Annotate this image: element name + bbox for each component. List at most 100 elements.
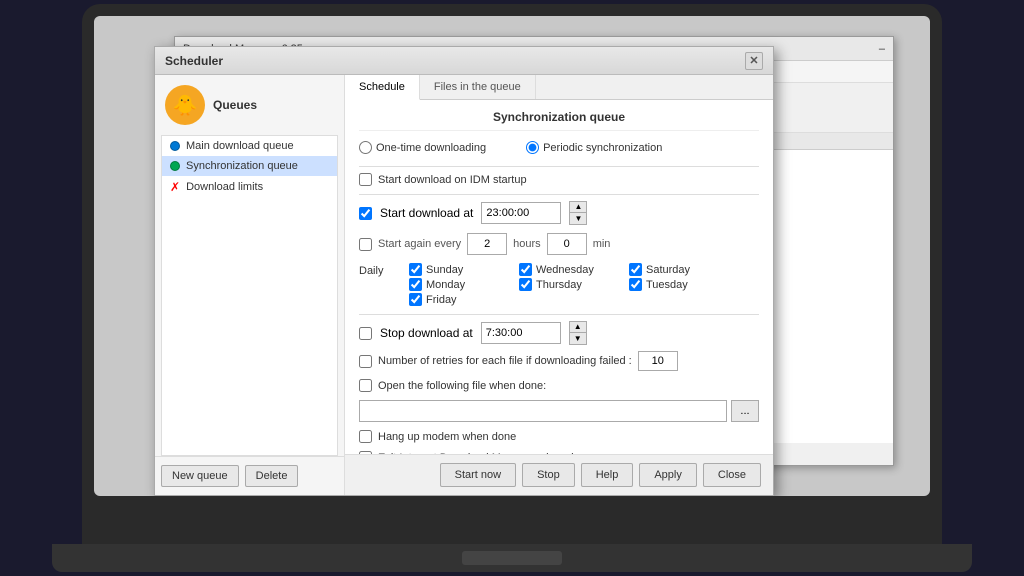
day-sunday-label: Sunday — [426, 264, 463, 276]
start-download-row: Start download at ▲ ▼ — [359, 201, 759, 225]
day-thursday[interactable]: Thursday — [519, 278, 629, 291]
delete-button[interactable]: Delete — [245, 465, 299, 487]
day-wednesday-label: Wednesday — [536, 264, 594, 276]
stop-download-checkbox[interactable] — [359, 327, 372, 340]
tab-schedule[interactable]: Schedule — [345, 75, 420, 100]
queue-dot-blue — [170, 141, 180, 151]
scheduler-title: Scheduler — [165, 54, 745, 68]
retries-input[interactable] — [638, 351, 678, 371]
start-download-label: Start download at — [380, 206, 473, 220]
day-sunday[interactable]: Sunday — [409, 263, 519, 276]
download-type-row: One-time downloading Periodic synchroniz… — [359, 141, 759, 154]
hang-up-label: Hang up modem when done — [378, 431, 516, 443]
main-minimize-icon[interactable]: – — [879, 43, 885, 55]
min-input[interactable] — [547, 233, 587, 255]
divider-1 — [359, 166, 759, 167]
right-content: Synchronization queue One-time downloadi… — [345, 100, 773, 454]
start-time-up[interactable]: ▲ — [570, 202, 586, 213]
new-queue-button[interactable]: New queue — [161, 465, 239, 487]
queue-dot-green — [170, 161, 180, 171]
laptop-screen: Download Manager 6.35 – Downloads View R… — [94, 16, 930, 496]
hang-up-row: Hang up modem when done — [359, 430, 759, 443]
start-again-label: Start again every — [378, 238, 461, 250]
retries-checkbox[interactable] — [359, 355, 372, 368]
close-button[interactable]: Close — [703, 463, 761, 487]
laptop-outer: Download Manager 6.35 – Downloads View R… — [82, 4, 942, 544]
queue-label-limits: Download limits — [186, 181, 263, 193]
day-friday-label: Friday — [426, 294, 457, 306]
queue-label-sync: Synchronization queue — [186, 160, 298, 172]
tab-files-in-queue[interactable]: Files in the queue — [420, 75, 536, 99]
start-time-down[interactable]: ▼ — [570, 213, 586, 224]
day-saturday[interactable]: Saturday — [629, 263, 739, 276]
trackpad — [462, 551, 562, 565]
retries-row: Number of retries for each file if downl… — [359, 351, 759, 371]
start-download-checkbox[interactable] — [359, 207, 372, 220]
startup-label: Start download on IDM startup — [378, 174, 527, 186]
tabs: Schedule Files in the queue — [345, 75, 773, 100]
right-panel: Schedule Files in the queue Synchronizat… — [345, 75, 773, 495]
stop-time-down[interactable]: ▼ — [570, 333, 586, 344]
queues-label: Queues — [213, 98, 257, 112]
start-again-checkbox[interactable] — [359, 238, 372, 251]
day-tuesday[interactable]: Tuesday — [629, 278, 739, 291]
scheduler-titlebar: Scheduler ✕ — [155, 47, 773, 75]
startup-row: Start download on IDM startup — [359, 173, 759, 186]
stop-time-input[interactable] — [481, 322, 561, 344]
open-file-input[interactable] — [359, 400, 727, 422]
one-time-label: One-time downloading — [376, 142, 486, 154]
stop-button-main[interactable]: Stop — [522, 463, 575, 487]
periodic-label: Periodic synchronization — [543, 142, 662, 154]
stop-time-spinner: ▲ ▼ — [569, 321, 587, 345]
laptop-base — [52, 544, 972, 572]
apply-button[interactable]: Apply — [639, 463, 697, 487]
min-label: min — [593, 238, 611, 250]
queue-item-limits[interactable]: ✗ Download limits — [162, 176, 337, 198]
day-monday[interactable]: Monday — [409, 278, 519, 291]
stop-time-up[interactable]: ▲ — [570, 322, 586, 333]
one-time-option[interactable]: One-time downloading — [359, 141, 486, 154]
day-friday[interactable]: Friday — [409, 293, 519, 306]
hours-input[interactable] — [467, 233, 507, 255]
scheduler-close-button[interactable]: ✕ — [745, 52, 763, 70]
queue-label-main: Main download queue — [186, 140, 294, 152]
left-buttons: New queue Delete — [155, 456, 344, 495]
day-monday-label: Monday — [426, 279, 465, 291]
hang-up-checkbox[interactable] — [359, 430, 372, 443]
open-file-row: Open the following file when done: — [359, 379, 759, 392]
help-button[interactable]: Help — [581, 463, 634, 487]
queue-header: 🐥 Queues — [155, 75, 344, 135]
scheduler-dialog: Scheduler ✕ 🐥 Queues Main downloa — [154, 46, 774, 496]
browse-button[interactable]: ... — [731, 400, 759, 422]
action-checks: Hang up modem when done Exit Internet Do… — [359, 430, 759, 454]
day-thursday-label: Thursday — [536, 279, 582, 291]
daily-label: Daily — [359, 263, 399, 277]
startup-checkbox[interactable] — [359, 173, 372, 186]
bottom-buttons: Start now Stop Help Apply Close — [345, 454, 773, 495]
start-time-input[interactable] — [481, 202, 561, 224]
open-file-section: Open the following file when done: ... — [359, 379, 759, 422]
days-grid: Sunday Wednesday Saturday — [409, 263, 739, 306]
queue-item-sync[interactable]: Synchronization queue — [162, 156, 337, 176]
queue-item-main[interactable]: Main download queue — [162, 136, 337, 156]
hours-label: hours — [513, 238, 541, 250]
daily-row: Daily Sunday Wednesday — [359, 263, 759, 306]
scheduler-body: 🐥 Queues Main download queue Synchroniza… — [155, 75, 773, 495]
queue-x-icon: ✗ — [170, 180, 180, 194]
start-now-button[interactable]: Start now — [440, 463, 516, 487]
start-again-row: Start again every hours min — [359, 233, 759, 255]
retries-label: Number of retries for each file if downl… — [378, 355, 632, 367]
start-time-spinner: ▲ ▼ — [569, 201, 587, 225]
one-time-radio[interactable] — [359, 141, 372, 154]
day-wednesday[interactable]: Wednesday — [519, 263, 629, 276]
stop-download-label: Stop download at — [380, 326, 473, 340]
open-file-label: Open the following file when done: — [378, 380, 546, 392]
sync-queue-title: Synchronization queue — [359, 110, 759, 131]
periodic-radio[interactable] — [526, 141, 539, 154]
stop-download-row: Stop download at ▲ ▼ — [359, 321, 759, 345]
open-file-checkbox[interactable] — [359, 379, 372, 392]
left-panel: 🐥 Queues Main download queue Synchroniza… — [155, 75, 345, 495]
open-file-input-row: ... — [359, 400, 759, 422]
queue-list: Main download queue Synchronization queu… — [161, 135, 338, 456]
periodic-option[interactable]: Periodic synchronization — [526, 141, 662, 154]
